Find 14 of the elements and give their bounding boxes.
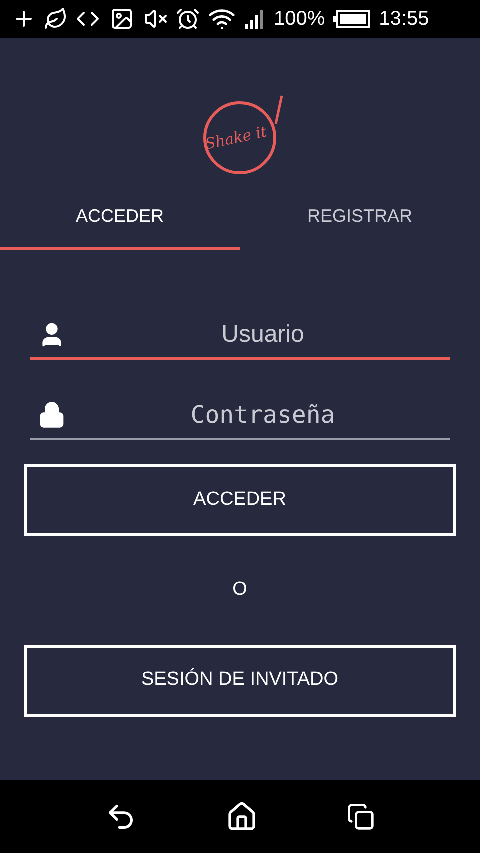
signal-icon xyxy=(244,8,266,30)
alarm-icon xyxy=(176,7,200,31)
or-label: O xyxy=(232,578,248,602)
battery-icon xyxy=(333,9,372,29)
login-button[interactable]: ACCEDER xyxy=(24,464,456,536)
tab[interactable]: ACCEDER xyxy=(0,186,240,250)
recent-apps-icon[interactable] xyxy=(347,802,376,830)
tab[interactable]: REGISTRAR xyxy=(240,186,480,250)
battery-percent: 100% xyxy=(274,7,326,32)
clock: 13:55 xyxy=(379,7,430,32)
guest-button[interactable]: SESIÓN DE INVITADO xyxy=(24,644,456,716)
home-icon[interactable] xyxy=(226,800,258,832)
mute-icon xyxy=(144,7,168,31)
lock-icon xyxy=(38,401,66,429)
